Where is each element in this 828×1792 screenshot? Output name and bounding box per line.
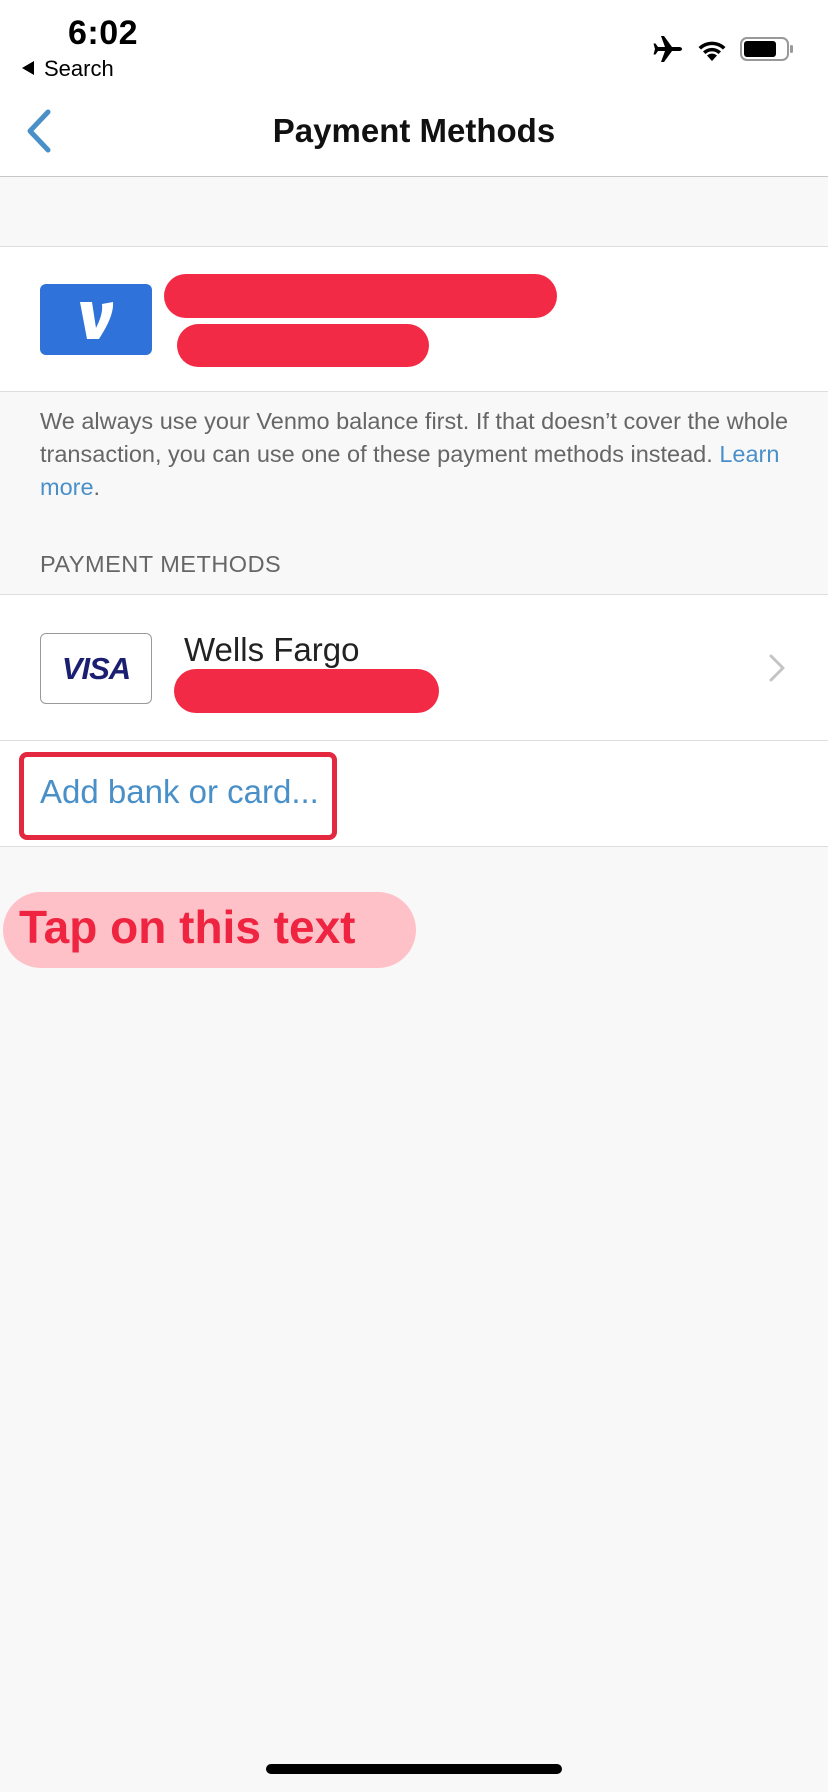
instruction-bubble: Tap on this text [3,892,416,968]
info-text-period: . [93,474,101,500]
venmo-balance-row [0,247,828,392]
section-header-payment-methods: PAYMENT METHODS [40,551,282,577]
visa-brand-label: VISA [61,650,131,686]
visa-card-logo: VISA [40,633,152,704]
navigation-bar: Payment Methods [0,88,828,177]
airplane-icon [653,36,682,62]
status-icons [652,34,794,64]
section-spacer [0,177,828,247]
chevron-right-icon [769,654,785,682]
venmo-v-icon [80,301,114,339]
redacted-card-number [174,669,439,713]
add-bank-or-card-button[interactable]: Add bank or card... [40,773,319,811]
venmo-logo [40,284,152,355]
payment-method-row[interactable]: VISA Wells Fargo [0,594,828,741]
add-bank-or-card-row: Add bank or card... [0,741,828,847]
instruction-text: Tap on this text [19,901,356,953]
home-indicator[interactable] [266,1764,562,1774]
back-to-search-label: Search [44,56,114,81]
redacted-account-name [164,274,557,318]
info-text-body: We always use your Venmo balance first. … [40,408,789,467]
back-triangle-icon [22,61,34,75]
wifi-icon [698,41,726,61]
battery-icon [740,37,793,61]
bank-name: Wells Fargo [184,631,360,668]
status-bar: 6:02 Search [0,0,828,88]
balance-info-text: We always use your Venmo balance first. … [40,405,800,504]
back-to-search-link[interactable]: Search [22,56,114,82]
page-title: Payment Methods [272,112,556,149]
status-time: 6:02 [68,14,139,52]
redacted-balance [177,324,429,367]
